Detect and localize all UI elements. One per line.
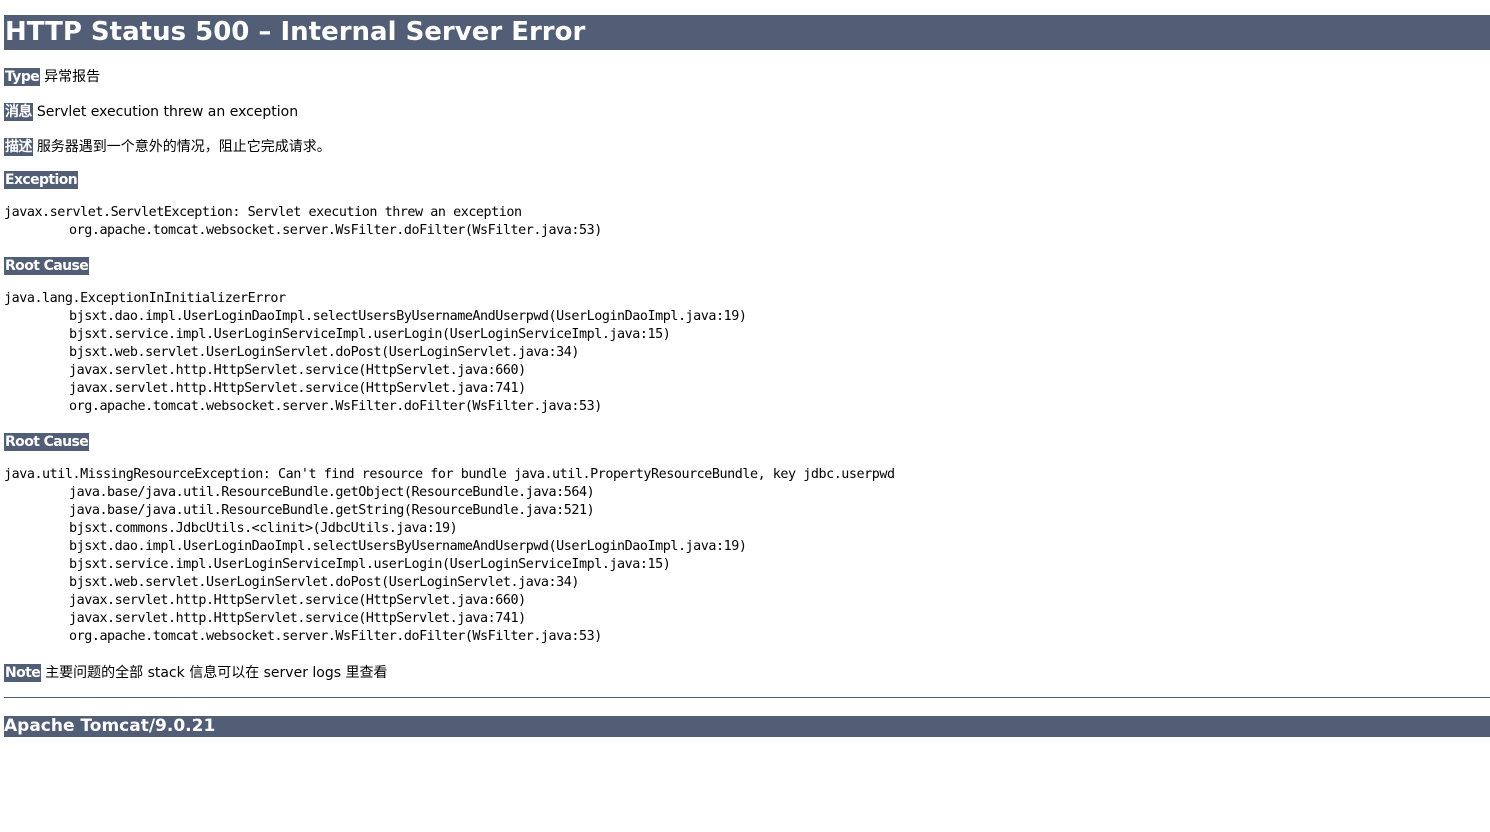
trace-line: org.apache.tomcat.websocket.server.WsFil… <box>69 629 602 644</box>
type-value: 异常报告 <box>44 69 101 85</box>
note-row: Note 主要问题的全部 stack 信息可以在 server logs 里查看 <box>4 662 1490 682</box>
description-value: 服务器遇到一个意外的情况，阻止它完成请求。 <box>36 139 331 155</box>
trace-line: java.base/java.util.ResourceBundle.getSt… <box>69 503 595 518</box>
trace-line: bjsxt.web.servlet.UserLoginServlet.doPos… <box>69 345 579 360</box>
trace-line: javax.servlet.http.HttpServlet.service(H… <box>69 363 526 378</box>
exception-heading-row: Exception <box>4 170 1490 190</box>
message-row: 消息 Servlet execution threw an exception <box>4 101 1490 121</box>
note-value: 主要问题的全部 stack 信息可以在 server logs 里查看 <box>45 665 388 681</box>
root-cause-heading: Root Cause <box>4 433 90 451</box>
trace-line: bjsxt.dao.impl.UserLoginDaoImpl.selectUs… <box>69 309 747 324</box>
note-label: Note <box>4 664 42 682</box>
trace-line: java.lang.ExceptionInInitializerError <box>4 291 286 306</box>
error-page: HTTP Status 500 – Internal Server Error … <box>4 15 1490 737</box>
trace-line: bjsxt.commons.JdbcUtils.<clinit>(JdbcUti… <box>69 521 458 536</box>
message-label: 消息 <box>4 103 33 121</box>
root-cause-heading: Root Cause <box>4 257 90 275</box>
description-row: 描述 服务器遇到一个意外的情况，阻止它完成请求。 <box>4 136 1490 156</box>
root-cause-heading-row: Root Cause <box>4 432 1490 452</box>
divider-bottom <box>4 697 1490 698</box>
divider-top <box>4 49 1490 50</box>
trace-line: bjsxt.service.impl.UserLoginServiceImpl.… <box>69 327 671 342</box>
type-label: Type <box>4 68 41 86</box>
page-title: HTTP Status 500 – Internal Server Error <box>4 15 1490 49</box>
trace-line: java.util.MissingResourceException: Can'… <box>4 467 895 482</box>
root-cause-heading-row: Root Cause <box>4 256 1490 276</box>
trace-line: javax.servlet.ServletException: Servlet … <box>4 205 522 220</box>
exception-heading: Exception <box>4 171 79 189</box>
trace-line: java.base/java.util.ResourceBundle.getOb… <box>69 485 595 500</box>
exception-trace: javax.servlet.ServletException: Servlet … <box>4 204 1490 240</box>
trace-line: bjsxt.dao.impl.UserLoginDaoImpl.selectUs… <box>69 539 747 554</box>
trace-line: org.apache.tomcat.websocket.server.WsFil… <box>69 223 602 238</box>
trace-line: bjsxt.web.servlet.UserLoginServlet.doPos… <box>69 575 579 590</box>
trace-line: javax.servlet.http.HttpServlet.service(H… <box>69 381 526 396</box>
type-row: Type 异常报告 <box>4 66 1490 86</box>
description-label: 描述 <box>4 138 33 156</box>
root-cause-trace-2: java.util.MissingResourceException: Can'… <box>4 466 1490 646</box>
message-value: Servlet execution threw an exception <box>36 104 299 120</box>
trace-line: org.apache.tomcat.websocket.server.WsFil… <box>69 399 602 414</box>
root-cause-trace-1: java.lang.ExceptionInInitializerError bjs… <box>4 290 1490 416</box>
server-footer: Apache Tomcat/9.0.21 <box>4 716 1490 737</box>
trace-line: bjsxt.service.impl.UserLoginServiceImpl.… <box>69 557 671 572</box>
trace-line: javax.servlet.http.HttpServlet.service(H… <box>69 593 526 608</box>
trace-line: javax.servlet.http.HttpServlet.service(H… <box>69 611 526 626</box>
